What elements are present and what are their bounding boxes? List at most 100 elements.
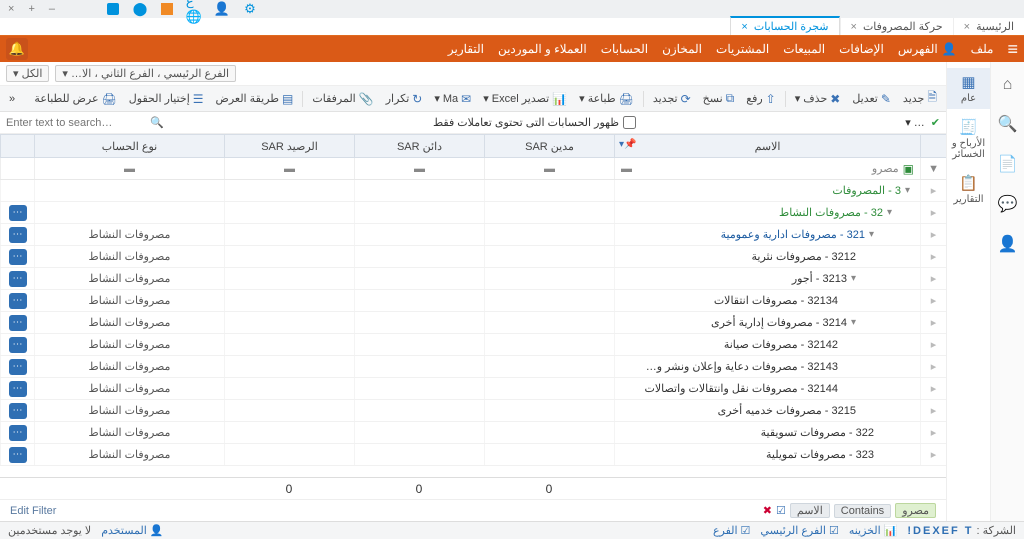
edit-filter-link[interactable]: Edit Filter — [10, 505, 56, 517]
rail-reports[interactable]: 📋التقارير — [947, 169, 990, 210]
col-credit[interactable]: دائن SAR — [354, 135, 484, 157]
print-preview-button[interactable]: 🖨عرض للطباعة — [29, 90, 121, 108]
row-action-chip[interactable]: ⋯ — [9, 227, 27, 243]
col-debit[interactable]: مدين SAR — [484, 135, 614, 157]
close-icon[interactable]: × — [964, 21, 970, 33]
menu-index[interactable]: 👤الفهرس — [898, 42, 957, 56]
document-icon[interactable]: 📄 — [998, 154, 1018, 174]
row-action-chip[interactable]: ⋯ — [9, 315, 27, 331]
menu-clients[interactable]: العملاء و الموردين — [498, 42, 587, 56]
new-button[interactable]: 🗎جديد — [898, 86, 942, 111]
toggle-icon[interactable]: ⬤ — [133, 2, 147, 16]
repeat-button[interactable]: ↻تكرار — [381, 90, 428, 108]
table-row[interactable]: ▸▾3213 - أجورمصروفات النشاط⋯ — [0, 268, 946, 290]
filter-pill-value[interactable]: مصرو — [895, 503, 936, 518]
status-sub[interactable]: ☑ الفرع — [713, 524, 750, 537]
options-dots-icon[interactable]: … ▾ — [905, 116, 925, 129]
window-min-icon[interactable]: – — [49, 3, 55, 15]
copy-button[interactable]: ⧉نسخ — [698, 89, 740, 108]
tab-home[interactable]: الرئيسية× — [953, 18, 1024, 35]
upload-button[interactable]: ⇧رفع — [741, 90, 781, 108]
attachments-button[interactable]: 📎المرفقات — [307, 90, 378, 108]
window-plus-icon[interactable]: + — [28, 3, 34, 15]
table-row[interactable]: ▸322 - مصروفات تسويقيةمصروفات النشاط⋯ — [0, 422, 946, 444]
row-action-chip[interactable]: ⋯ — [9, 447, 27, 463]
column-pin-icon[interactable]: 📌▾ — [619, 139, 636, 150]
col-balance[interactable]: الرصيد SAR — [224, 135, 354, 157]
row-action-chip[interactable]: ⋯ — [9, 337, 27, 353]
user-icon[interactable]: 👤 — [215, 2, 229, 16]
scope-dropdown[interactable]: الكل ▾ — [6, 65, 49, 82]
filter-enabled-checkbox[interactable]: ☑ — [776, 504, 786, 517]
row-action-chip[interactable]: ⋯ — [9, 249, 27, 265]
filter-name-input[interactable]: ▣مصرو▬ — [614, 158, 920, 179]
tree-toggle-icon[interactable]: ▾ — [905, 185, 910, 196]
menu-reports[interactable]: التقارير — [448, 42, 484, 56]
row-action-chip[interactable]: ⋯ — [9, 205, 27, 221]
table-row[interactable]: ▸▾3 - المصروفات — [0, 180, 946, 202]
chat-icon[interactable]: 💬 — [998, 194, 1018, 214]
ma-button[interactable]: ✉Ma ▾ — [429, 90, 476, 108]
table-row[interactable]: ▸▾321 - مصروفات ادارية وعموميةمصروفات ال… — [0, 224, 946, 246]
tree-toggle-icon[interactable]: ▾ — [851, 273, 856, 284]
filter-debit[interactable]: ▬ — [484, 158, 614, 179]
row-action-chip[interactable]: ⋯ — [9, 293, 27, 309]
table-row[interactable]: ▸▾32 - مصروفات النشاط⋯ — [0, 202, 946, 224]
home-icon[interactable]: ⌂ — [1003, 76, 1013, 94]
menu-purchases[interactable]: المشتريات — [716, 42, 769, 56]
filter-funnel-icon[interactable]: ▼ — [920, 158, 946, 179]
grid-body[interactable]: ▸▾3 - المصروفات▸▾32 - مصروفات النشاط⋯▸▾3… — [0, 180, 946, 477]
filter-credit[interactable]: ▬ — [354, 158, 484, 179]
col-type[interactable]: نوع الحساب — [34, 135, 224, 157]
row-action-chip[interactable]: ⋯ — [9, 425, 27, 441]
table-row[interactable]: ▸323 - مصروفات تمويليةمصروفات النشاط⋯ — [0, 444, 946, 466]
table-row[interactable]: ▸32142 - مصروفات صيانةمصروفات النشاط⋯ — [0, 334, 946, 356]
table-row[interactable]: ▸▾3214 - مصروفات إدارية أخرىمصروفات النش… — [0, 312, 946, 334]
filter-balance[interactable]: ▬ — [224, 158, 354, 179]
search-icon[interactable]: 🔍 — [998, 114, 1018, 134]
filter-pill-op[interactable]: Contains — [834, 504, 891, 518]
tab-expenses-movement[interactable]: حركة المصروفات× — [840, 18, 953, 35]
row-action-chip[interactable]: ⋯ — [9, 381, 27, 397]
tree-toggle-icon[interactable]: ▾ — [887, 207, 892, 218]
status-treasury[interactable]: 📊 الخزينه — [849, 524, 898, 537]
delete-button[interactable]: ✖حذف ▾ — [790, 90, 846, 108]
row-action-chip[interactable]: ⋯ — [9, 271, 27, 287]
edit-button[interactable]: ✎تعديل — [847, 90, 896, 108]
export-excel-button[interactable]: 📊تصدير Excel ▾ — [478, 90, 572, 108]
table-row[interactable]: ▸32143 - مصروفات دعاية وإعلان ونشر و…مصر… — [0, 356, 946, 378]
tree-toggle-icon[interactable]: ▾ — [869, 229, 874, 240]
col-name[interactable]: الاسم📌▾ — [614, 135, 920, 157]
rail-general[interactable]: ▦عام — [947, 68, 990, 109]
grid-search[interactable]: 🔍 — [6, 116, 164, 129]
menu-file[interactable]: ملف — [971, 42, 994, 56]
menu-sales[interactable]: المبيعات — [783, 42, 825, 56]
profile-icon[interactable]: 👤 — [998, 234, 1018, 254]
filter-type[interactable]: ▬ — [34, 158, 224, 179]
window-close-icon[interactable]: × — [8, 3, 14, 15]
clear-filter-icon[interactable]: ✖ — [763, 504, 772, 517]
branch-path-dropdown[interactable]: الفرع الرئيسي ، الفرع الثاني ، الا… ▾ — [55, 65, 236, 82]
menu-accounts[interactable]: الحسابات — [601, 42, 648, 56]
table-row[interactable]: ▸32134 - مصروفات انتقالاتمصروفات النشاط⋯ — [0, 290, 946, 312]
tab-accounts-tree[interactable]: شجرة الحسابات× — [730, 16, 839, 35]
renew-button[interactable]: ⟳تجديد — [648, 90, 696, 108]
rail-profits[interactable]: 🧾الأرباح و الخسائر — [947, 113, 990, 165]
filter-pill-field[interactable]: الاسم — [790, 503, 830, 518]
menu-additions[interactable]: الإضافات — [839, 42, 884, 56]
close-icon[interactable]: × — [851, 21, 857, 33]
view-mode-button[interactable]: ▤طريقة العرض — [211, 90, 299, 108]
status-user[interactable]: 👤 المستخدم — [101, 524, 163, 537]
status-branch[interactable]: ☑ الفرع الرئيسي — [760, 524, 838, 537]
tree-toggle-icon[interactable]: ▾ — [851, 317, 856, 328]
row-action-chip[interactable]: ⋯ — [9, 403, 27, 419]
menu-stores[interactable]: المخازن — [662, 42, 702, 56]
row-action-chip[interactable]: ⋯ — [9, 359, 27, 375]
close-icon[interactable]: × — [741, 21, 747, 33]
print-button[interactable]: 🖨طباعة ▾ — [574, 90, 639, 108]
notifications-bell-icon[interactable]: 🔔 — [6, 38, 28, 60]
hamburger-icon[interactable]: ≡ — [1007, 39, 1018, 60]
choose-columns-button[interactable]: ☰إختيار الحقول — [124, 90, 209, 108]
table-row[interactable]: ▸3215 - مصروفات خدميه أخرىمصروفات النشاط… — [0, 400, 946, 422]
only-with-transactions-checkbox[interactable]: ظهور الحسابات التى تحتوى تعاملات فقط — [433, 116, 636, 129]
